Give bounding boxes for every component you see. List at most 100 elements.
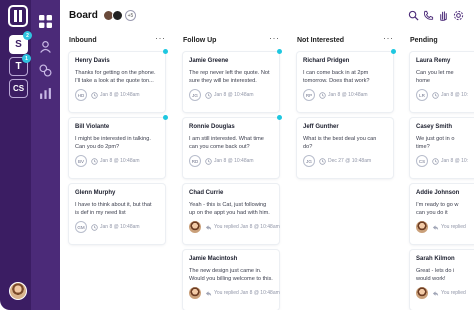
card-footer: You replied Jan 8 @ 10:48am	[189, 287, 280, 299]
settings-icon[interactable]	[453, 10, 464, 21]
card-footer: LR Jan 8 @ 10:	[416, 89, 474, 101]
contact-card[interactable]: Sarah Kilmon Great - lets do i would work…	[410, 250, 474, 310]
last-message: Thanks for getting on the phone. I'll ta…	[75, 70, 156, 84]
reply-icon	[432, 290, 439, 296]
card-footer: BV Jan 8 @ 10:48am	[75, 155, 159, 167]
contact-name: Chad Currie	[189, 190, 224, 196]
last-message: Great - lets do i would work!	[416, 268, 455, 282]
last-message: Can you let me home	[416, 70, 454, 84]
contact-name: Jamie Macintosh	[189, 256, 238, 262]
team-avatar[interactable]	[112, 10, 123, 21]
timestamp: Jan 8 @ 10:48am	[100, 224, 140, 230]
unread-indicator	[163, 115, 168, 120]
last-message: Yeah - this is Cat, just following up on…	[189, 202, 270, 216]
timestamp: You replied	[441, 290, 466, 296]
board-header: Board +5	[60, 0, 474, 30]
workspace-cs[interactable]: CS	[9, 79, 28, 98]
contact-name: Jamie Greene	[189, 58, 229, 64]
clock-icon	[205, 91, 212, 99]
timestamp: Jan 8 @ 10:	[441, 92, 469, 98]
clock-icon	[319, 157, 326, 165]
reply-icon	[205, 290, 212, 296]
contact-card[interactable]: Casey Smith We just got in o time? CS Jan 8…	[410, 118, 474, 178]
card-footer: RP Jan 8 @ 10:48am	[303, 89, 387, 101]
unread-indicator	[277, 115, 282, 120]
contact-initials-avatar: LR	[416, 89, 428, 101]
contact-initials-avatar: RP	[303, 89, 315, 101]
contact-name: Jeff Gunther	[303, 124, 339, 130]
workspace-label: S	[15, 39, 22, 50]
column-menu-button[interactable]: ···	[155, 33, 166, 43]
contact-name: Henry Davis	[75, 58, 110, 64]
contact-initials-avatar: CS	[416, 155, 428, 167]
contact-card[interactable]: Chad Currie Yeah - this is Cat, just foll…	[183, 184, 280, 244]
contact-name: Glenn Murphy	[75, 190, 116, 196]
column-menu-button[interactable]: ···	[383, 33, 394, 43]
workspace-t[interactable]: T 1	[9, 54, 31, 76]
contact-name: Addie Johnson	[416, 190, 460, 196]
page-title: Board	[69, 10, 98, 21]
workspace-badge: 1	[22, 54, 31, 63]
contact-card[interactable]: Glenn Murphy I have to think about it, bu…	[69, 184, 165, 244]
card-footer: You replied	[416, 287, 474, 299]
clock-icon	[432, 157, 439, 165]
card-footer: You replied	[416, 221, 474, 233]
card-footer: GM Jan 8 @ 10:48am	[75, 221, 159, 233]
column-title: Follow Up	[183, 37, 217, 44]
contact-card[interactable]: Laura Remy Can you let me home LR Jan 8 @ 1…	[410, 52, 474, 112]
search-icon[interactable]	[408, 10, 419, 21]
timestamp: Dec 27 @ 10:48am	[328, 158, 372, 164]
card-footer: HD Jan 8 @ 10:48am	[75, 89, 159, 101]
contact-name: Bill Violante	[75, 124, 110, 130]
contact-card[interactable]: Jamie Greene The rep never left the quote…	[183, 52, 279, 112]
last-message: We just got in o time?	[416, 136, 455, 150]
contact-card[interactable]: Ronnie Douglas I am still interested. Wha…	[183, 118, 279, 178]
agent-avatar	[416, 287, 428, 299]
user-icon[interactable]	[39, 40, 52, 53]
contact-initials-avatar: JG	[189, 89, 201, 101]
column-menu-button[interactable]: ···	[269, 33, 280, 43]
clock-icon	[91, 223, 98, 231]
last-message: I might be interested in talking. Can yo…	[75, 136, 151, 150]
contact-card[interactable]: Jamie Macintosh The new design just came …	[183, 250, 280, 310]
current-user-avatar[interactable]	[9, 282, 27, 300]
more-members-count[interactable]: +5	[125, 10, 136, 21]
contact-name: Laura Remy	[416, 58, 451, 64]
contact-card[interactable]: Bill Violante I might be interested in ta…	[69, 118, 165, 178]
agent-avatar	[416, 221, 428, 233]
workspace-s[interactable]: S 2	[9, 31, 32, 54]
phone-icon[interactable]	[423, 10, 434, 21]
contact-initials-avatar: GM	[75, 221, 87, 233]
hand-icon[interactable]	[438, 10, 449, 21]
clock-icon	[91, 91, 98, 99]
clock-icon	[319, 91, 326, 99]
workspace-rail: S 2 T 1 CS	[0, 0, 60, 310]
last-message: The new design just came in. Would you b…	[189, 268, 273, 282]
clock-icon	[205, 157, 212, 165]
last-message: I'm ready to go w can you do it	[416, 202, 459, 216]
unread-indicator	[391, 49, 396, 54]
contact-name: Sarah Kilmon	[416, 256, 455, 262]
card-footer: You replied Jan 8 @ 10:48am	[189, 221, 280, 233]
column-title: Not Interested	[297, 37, 345, 44]
last-message: I have to think about it, but that is de…	[75, 202, 152, 216]
grid-icon[interactable]	[39, 15, 52, 28]
card-footer: JG Jan 8 @ 10:48am	[189, 89, 273, 101]
workspace-badge: 2	[23, 31, 32, 40]
timestamp: Jan 8 @ 10:	[441, 158, 469, 164]
contact-card[interactable]: Henry Davis Thanks for getting on the pho…	[69, 52, 165, 112]
last-message: The rep never left the quote. Not sure t…	[189, 70, 270, 84]
contact-initials-avatar: RD	[189, 155, 201, 167]
contact-card[interactable]: Addie Johnson I'm ready to go w can you d…	[410, 184, 474, 244]
clock-icon	[432, 91, 439, 99]
reports-icon[interactable]	[39, 87, 52, 100]
app-logo[interactable]	[8, 5, 28, 27]
workspace-label: CS	[12, 84, 25, 93]
timestamp: Jan 8 @ 10:48am	[328, 92, 368, 98]
timestamp: You replied Jan 8 @ 10:48am	[214, 224, 280, 230]
conversations-icon[interactable]	[39, 64, 52, 77]
timestamp: Jan 8 @ 10:48am	[214, 158, 254, 164]
last-message: What is the best deal you can do?	[303, 136, 377, 150]
contact-card[interactable]: Richard Pridgen I can come back in at 2pm…	[297, 52, 393, 112]
contact-card[interactable]: Jeff Gunther What is the best deal you ca…	[297, 118, 393, 178]
